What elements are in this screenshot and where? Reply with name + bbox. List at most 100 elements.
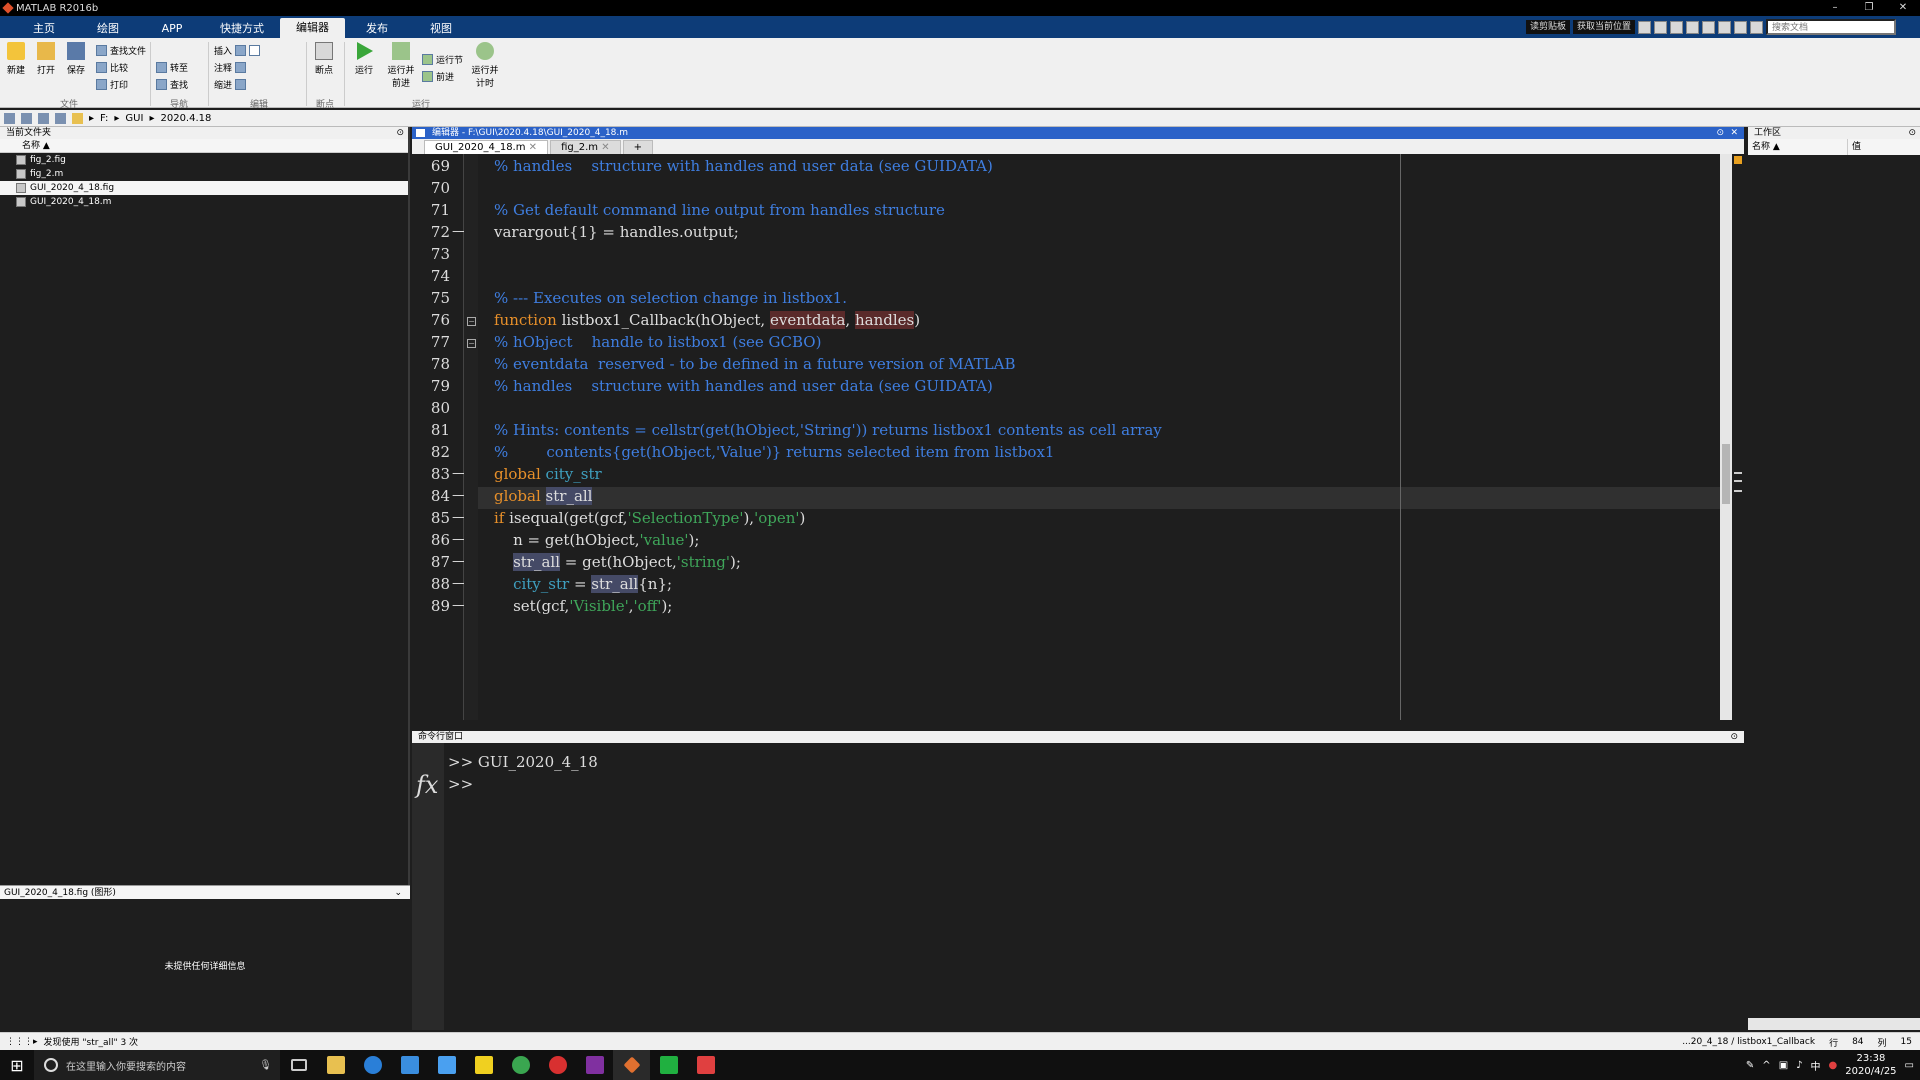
editor-vertical-scrollbar[interactable] [1720, 154, 1732, 720]
code-line[interactable]: str_all = get(hObject,'string'); [494, 553, 741, 571]
tab-plots[interactable]: 绘图 [76, 20, 140, 38]
breakpoints-button[interactable]: 断点 [310, 38, 338, 76]
store-icon[interactable] [391, 1050, 428, 1080]
details-header[interactable]: GUI_2020_4_18.fig (图形) ⌄ [0, 885, 410, 899]
editor-tab-fig2[interactable]: fig_2.m ✕ [550, 140, 621, 154]
run-button[interactable]: 运行 [350, 38, 378, 76]
switch-windows-icon[interactable] [1734, 20, 1747, 34]
code-analyzer-bar[interactable] [1732, 154, 1744, 720]
windows-start-icon[interactable]: ⊞ [0, 1050, 34, 1080]
insert-button[interactable]: 插入 [214, 43, 261, 57]
print-button[interactable]: 打印 [96, 77, 128, 91]
indent-button[interactable]: 缩进 [214, 77, 247, 91]
back-icon[interactable] [4, 112, 15, 124]
green-app-icon[interactable] [650, 1050, 687, 1080]
line-number[interactable]: 80 [412, 399, 450, 417]
browse-folder-icon[interactable] [55, 112, 66, 124]
tab-close-icon[interactable]: ✕ [529, 142, 537, 153]
fold-toggle-icon[interactable]: − [467, 317, 476, 326]
tab-editor[interactable]: 编辑器 [280, 18, 345, 38]
code-line[interactable]: % eventdata reserved - to be defined in … [494, 355, 1015, 373]
run-section-button[interactable]: 运行节 [422, 52, 463, 66]
up-folder-icon[interactable] [38, 112, 49, 124]
file-explorer-icon[interactable] [317, 1050, 354, 1080]
run-time-button[interactable]: 运行并计时 [468, 38, 502, 89]
code-line[interactable]: function listbox1_Callback(hObject, even… [494, 311, 920, 329]
task-view-icon[interactable] [280, 1050, 317, 1080]
advance-button[interactable]: 前进 [422, 69, 454, 83]
line-number[interactable]: 87 [412, 553, 450, 571]
compare-button[interactable]: 比较 [96, 60, 128, 74]
editor-menu-icon[interactable]: ⊙ [1716, 127, 1724, 139]
search-docs-input[interactable] [1766, 19, 1896, 35]
warning-indicator-icon[interactable] [1734, 156, 1742, 164]
redo-icon[interactable] [1718, 20, 1731, 34]
netease-music-icon[interactable] [539, 1050, 576, 1080]
fold-toggle-icon[interactable]: − [467, 339, 476, 348]
volume-icon[interactable]: ♪ [1796, 1060, 1802, 1071]
goto-button[interactable]: 转至 [156, 60, 188, 74]
line-number[interactable]: 83 [412, 465, 450, 483]
line-number[interactable]: 84 [412, 487, 450, 505]
line-number[interactable]: 89 [412, 597, 450, 615]
clock[interactable]: 23:38 2020/4/25 [1845, 1052, 1896, 1078]
red-app-icon[interactable] [687, 1050, 724, 1080]
file-row[interactable]: GUI_2020_4_18.fig [0, 181, 408, 195]
notification-icon[interactable]: ▭ [1905, 1060, 1914, 1071]
usage-mark[interactable] [1734, 472, 1742, 474]
get-position-button[interactable]: 获取当前位置 [1572, 20, 1635, 34]
line-number[interactable]: 72 [412, 223, 450, 241]
tab-view[interactable]: 视图 [409, 20, 473, 38]
taskbar-search[interactable]: 在这里输入你要搜索的内容 🎙 [34, 1050, 280, 1080]
line-number[interactable]: 81 [412, 421, 450, 439]
line-number[interactable]: 76 [412, 311, 450, 329]
editor-tab-gui[interactable]: GUI_2020_4_18.m ✕ [424, 140, 549, 154]
edge-icon[interactable] [354, 1050, 391, 1080]
matlab-taskbar-icon[interactable] [613, 1050, 650, 1080]
mail-icon[interactable] [428, 1050, 465, 1080]
editor-close-icon[interactable]: ✕ [1730, 127, 1738, 139]
code-line[interactable]: if isequal(get(gcf,'SelectionType'),'ope… [494, 509, 805, 527]
sticky-notes-icon[interactable] [465, 1050, 502, 1080]
line-number[interactable]: 82 [412, 443, 450, 461]
fx-icon[interactable]: fx [416, 771, 438, 799]
line-number[interactable]: 85 [412, 509, 450, 527]
new-button[interactable]: 新建 [2, 38, 30, 76]
command-prompt[interactable]: >> [448, 775, 473, 793]
line-number[interactable]: 78 [412, 355, 450, 373]
panel-menu-icon[interactable]: ⊙ [396, 127, 404, 139]
open-button[interactable]: 打开 [32, 38, 60, 76]
code-line[interactable]: % --- Executes on selection change in li… [494, 289, 847, 307]
line-number[interactable]: 69 [412, 157, 450, 175]
cut-icon[interactable] [1654, 20, 1667, 34]
minimize-button[interactable]: – [1818, 0, 1852, 16]
line-number[interactable]: 86 [412, 531, 450, 549]
command-window[interactable]: fx >> GUI_2020_4_18 >> [412, 743, 1744, 1030]
code-line[interactable]: % Hints: contents = cellstr(get(hObject,… [494, 421, 1162, 439]
file-row[interactable]: fig_2.m [0, 167, 408, 181]
line-number[interactable]: 88 [412, 575, 450, 593]
find-files-button[interactable]: 查找文件 [96, 43, 146, 57]
code-line[interactable]: city_str = str_all{n}; [494, 575, 672, 593]
code-line[interactable]: n = get(hObject,'value'); [494, 531, 699, 549]
line-number[interactable]: 77 [412, 333, 450, 351]
line-number[interactable]: 79 [412, 377, 450, 395]
chevron-down-icon[interactable]: ⌄ [394, 886, 402, 900]
column-header-name[interactable]: 名称 ▲ [0, 139, 408, 153]
code-line[interactable]: % Get default command line output from h… [494, 201, 945, 219]
line-number[interactable]: 70 [412, 179, 450, 197]
code-line[interactable]: % handles structure with handles and use… [494, 157, 993, 175]
code-line[interactable]: % hObject handle to listbox1 (see GCBO) [494, 333, 821, 351]
save-icon[interactable] [1638, 20, 1651, 34]
add-tab-button[interactable]: + [622, 140, 653, 154]
help-icon[interactable] [1750, 20, 1763, 34]
file-row[interactable]: fig_2.fig [0, 153, 408, 167]
scrollbar-thumb[interactable] [1722, 444, 1730, 504]
line-number[interactable]: 74 [412, 267, 450, 285]
workspace-col-value[interactable]: 值 [1848, 139, 1920, 155]
antivirus-icon[interactable]: ● [1829, 1060, 1838, 1071]
code-line[interactable]: global str_all [494, 487, 593, 505]
chrome-icon[interactable] [502, 1050, 539, 1080]
code-area[interactable]: 69 70 71 72—73 74 75 76 77 78 79 80 81 82 83—84—85—86… [412, 154, 1732, 720]
clipboard-button[interactable]: 读剪贴板 [1525, 20, 1570, 34]
